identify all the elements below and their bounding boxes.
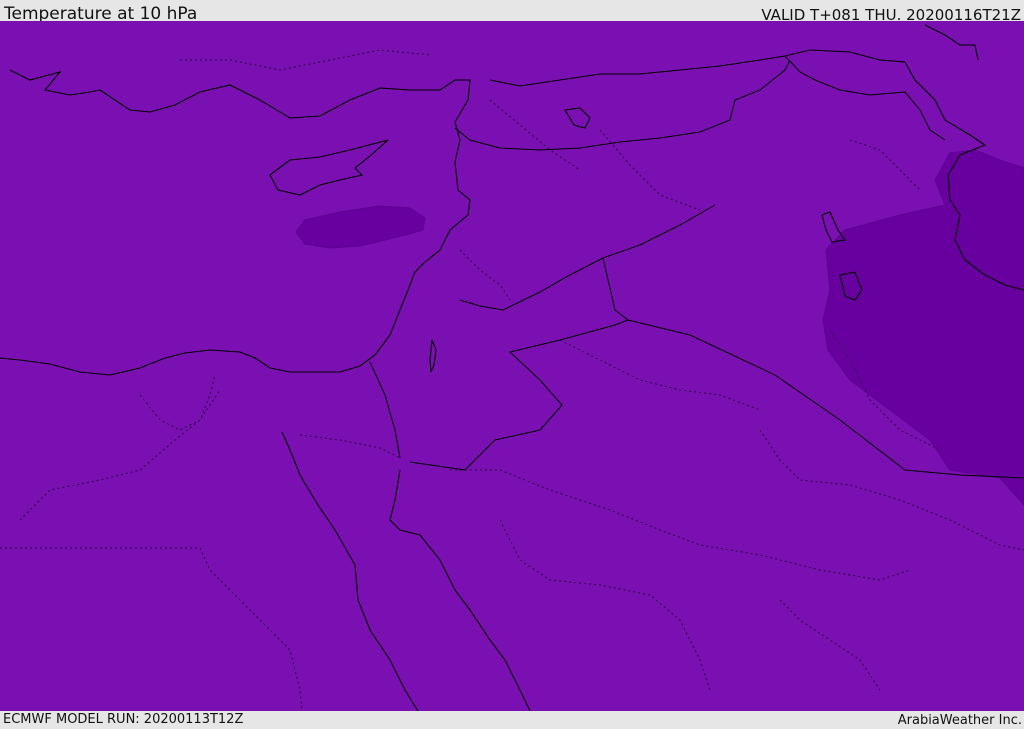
lake-van xyxy=(564,107,591,129)
admin-boundary-6 xyxy=(499,519,711,691)
cold-region-east xyxy=(822,149,1024,506)
map-canvas xyxy=(0,24,1024,711)
admin-boundary-14 xyxy=(779,599,881,691)
credit-label: ArabiaWeather Inc. xyxy=(897,713,1022,728)
coastline-levant xyxy=(0,139,471,376)
admin-boundary-12 xyxy=(180,49,431,71)
admin-boundary-11 xyxy=(489,99,581,171)
border-egypt-israel xyxy=(369,361,401,459)
admin-boundary-15 xyxy=(459,249,511,301)
admin-boundary-3 xyxy=(139,374,216,431)
footer-bar: ECMWF MODEL RUN: 20200113T12Z ArabiaWeat… xyxy=(0,711,1024,729)
border-jordan-saudi xyxy=(409,319,629,471)
admin-boundary-1 xyxy=(0,547,303,711)
coastline-aegean xyxy=(9,69,101,96)
admin-boundary-13 xyxy=(849,139,921,191)
coastline-red-sea-east xyxy=(389,469,531,711)
coastline-red-sea-west xyxy=(281,431,419,711)
cold-region-mediterranean xyxy=(295,205,426,249)
coastline-caspian xyxy=(924,24,979,61)
admin-boundary-4 xyxy=(299,434,401,459)
admin-boundary-5 xyxy=(450,469,911,581)
temperature-map xyxy=(0,21,1024,711)
border-iran-iraq xyxy=(784,55,946,141)
header-bar: Temperature at 10 hPa VALID T+081 THU. 2… xyxy=(0,0,1024,24)
admin-boundary-10 xyxy=(599,129,701,211)
border-syria-iraq xyxy=(459,204,716,311)
coastline-turkey-north xyxy=(489,49,906,87)
admin-boundary-8 xyxy=(559,339,761,411)
coastline-turkey-south xyxy=(99,79,471,141)
admin-boundary-2 xyxy=(19,389,221,521)
coastline-cyprus xyxy=(269,139,389,196)
dead-sea xyxy=(429,339,437,373)
model-run-label: ECMWF MODEL RUN: 20200113T12Z xyxy=(3,712,244,727)
